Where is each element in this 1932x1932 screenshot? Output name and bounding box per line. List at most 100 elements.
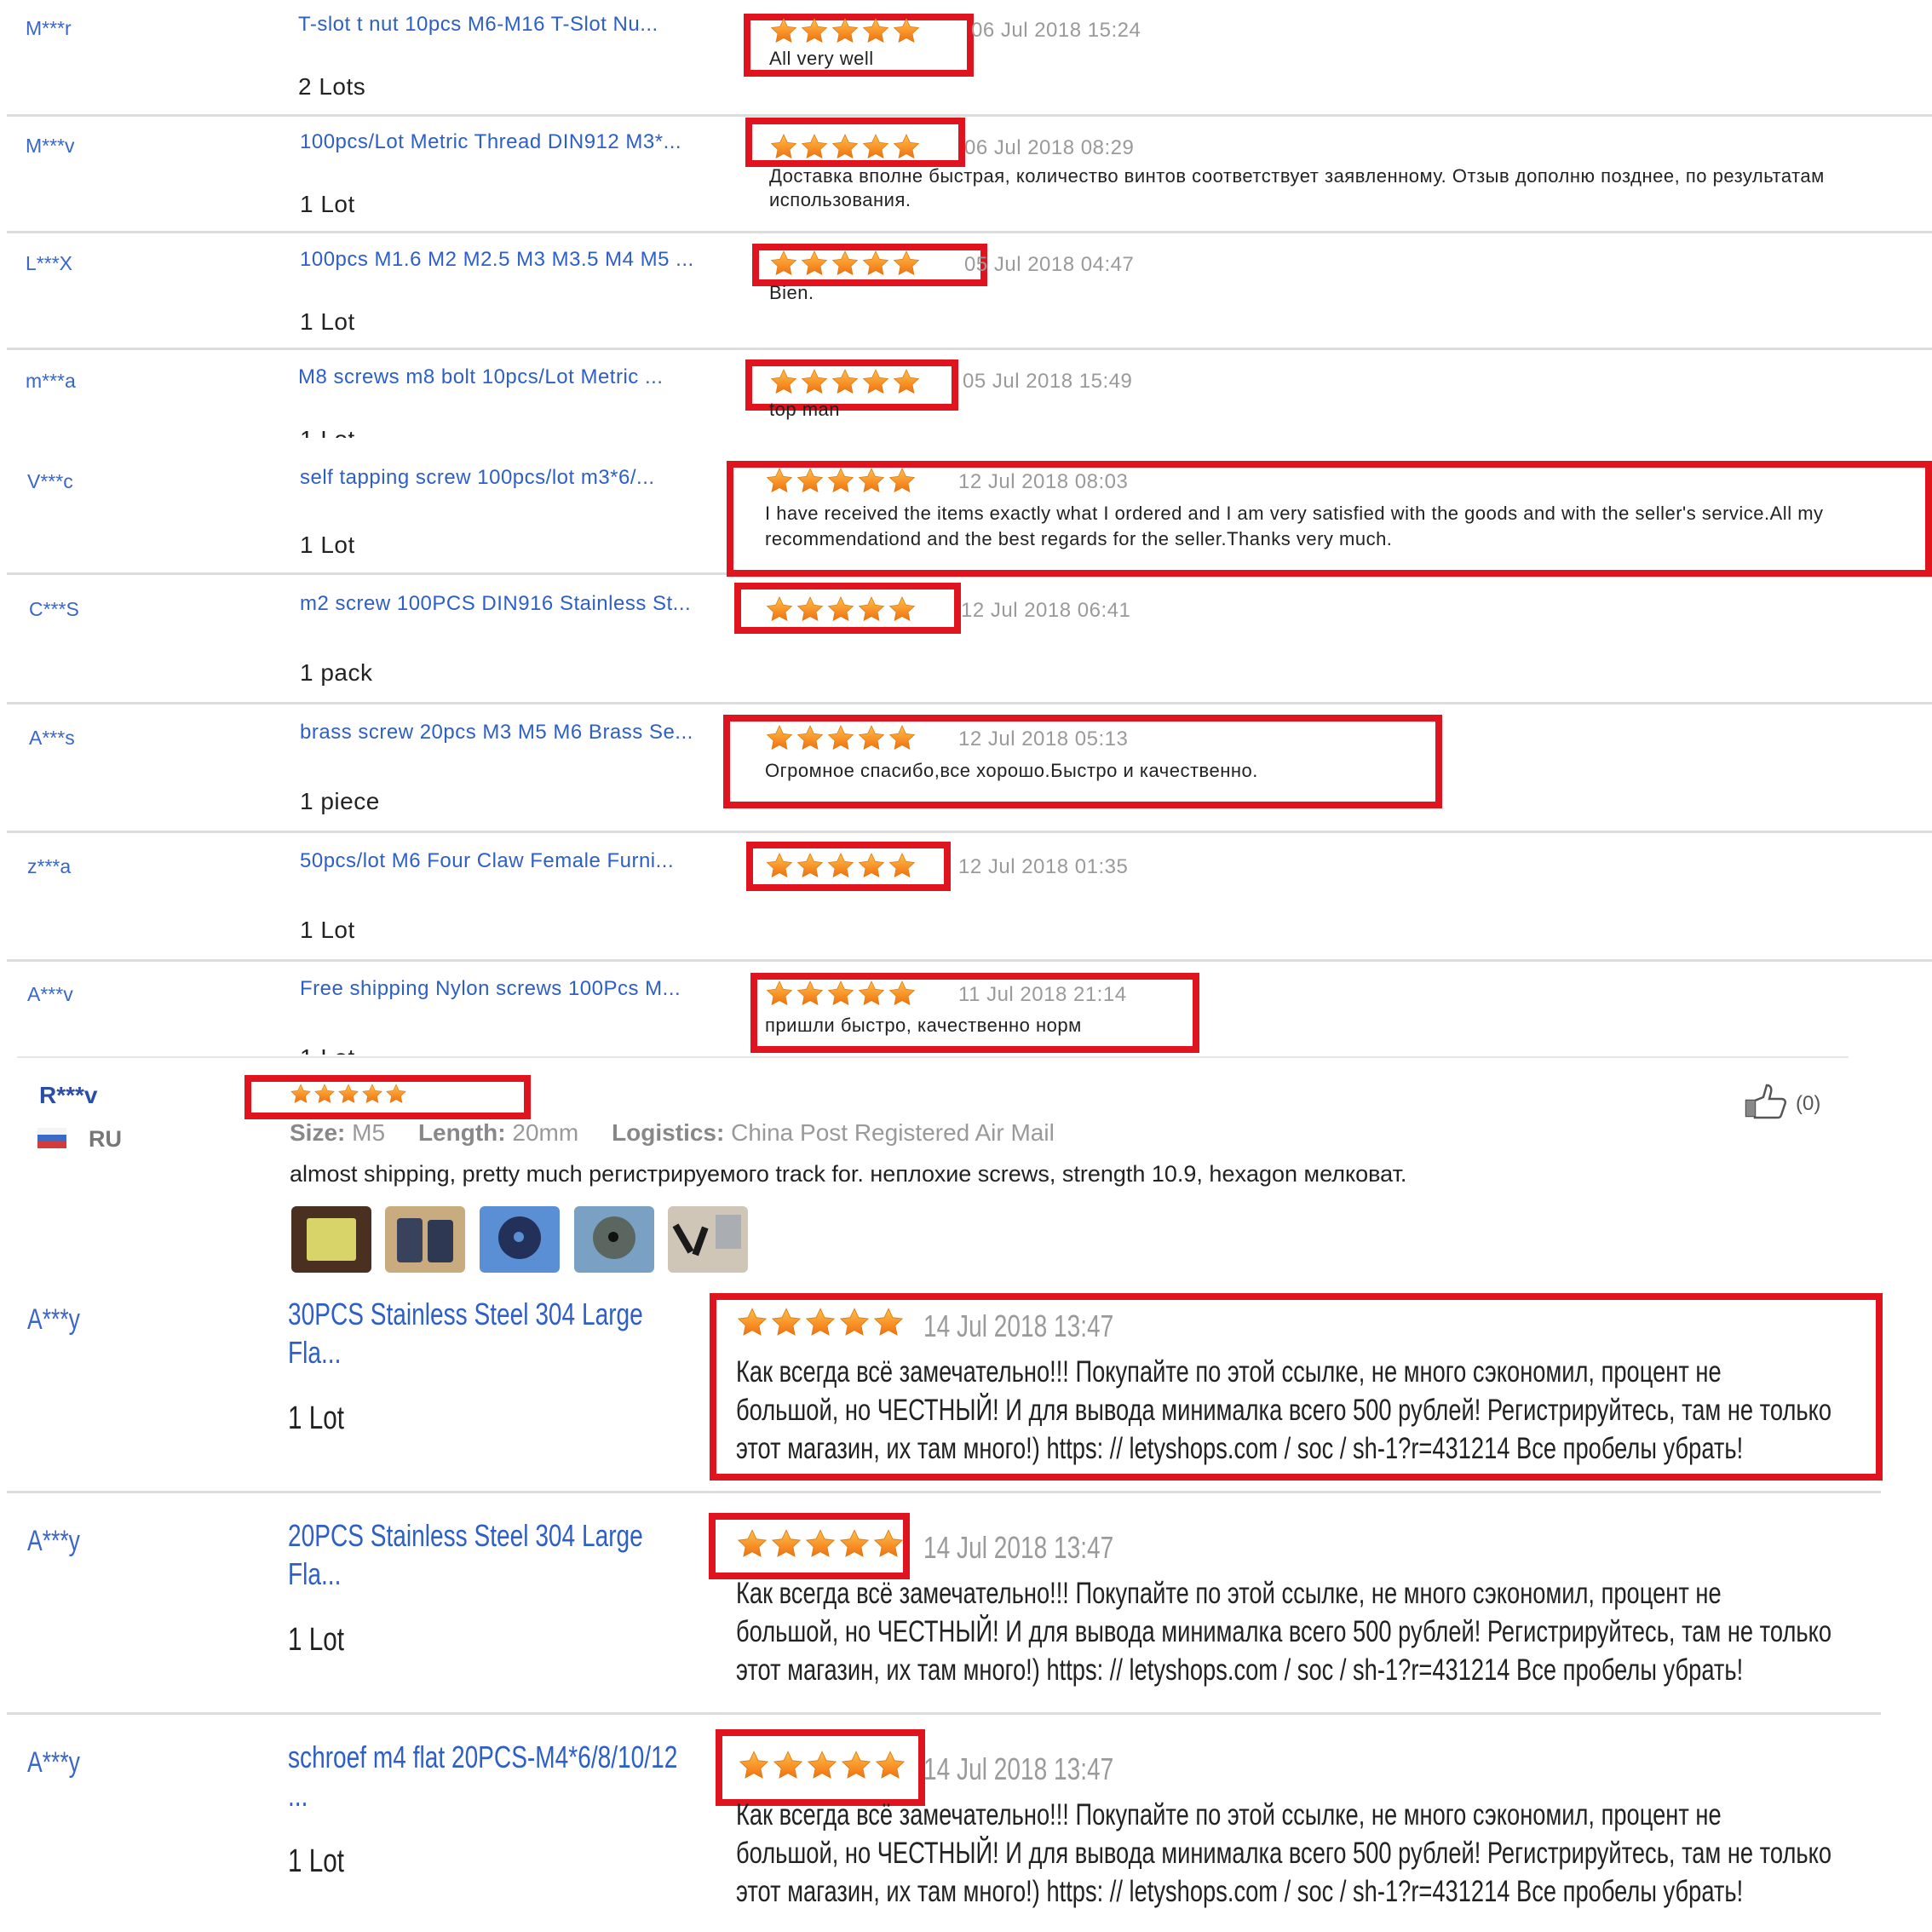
buyer-name[interactable]: A***s — [29, 727, 75, 750]
star-filled-icon — [826, 467, 855, 494]
star-filled-icon — [804, 1528, 837, 1559]
row-divider — [7, 1491, 1881, 1493]
quantity: 1 Lot — [300, 308, 355, 335]
feedback-text: Bien. — [769, 282, 814, 303]
buyer-name[interactable]: C***S — [29, 598, 79, 621]
feedback-text: I have received the items exactly what I… — [765, 503, 1824, 549]
buyer-name[interactable]: A***y — [27, 1303, 80, 1337]
product-link[interactable]: M8 screws m8 bolt 10pcs/Lot Metric ... — [298, 365, 724, 390]
product-link[interactable]: m2 screw 100PCS DIN916 Stainless St... — [300, 591, 717, 617]
review-date: 12 Jul 2018 06:41 — [961, 599, 1131, 622]
buyer-name[interactable]: m***a — [26, 370, 76, 393]
feedback-line: Как всегда всё замечательно!!! Покупайте… — [736, 1577, 1722, 1610]
review-photo-black-screws[interactable] — [668, 1206, 748, 1273]
buyer-name[interactable]: V***c — [27, 470, 73, 493]
star-filled-icon — [838, 1307, 871, 1337]
review-date: 06 Jul 2018 15:24 — [971, 19, 1141, 42]
helpful-button[interactable]: (0) — [1743, 1082, 1820, 1125]
product-link[interactable]: 50pcs/lot M6 Four Claw Female Furni... — [300, 848, 692, 874]
star-filled-icon — [831, 250, 860, 277]
product-link[interactable]: T-slot t nut 10pcs M6-M16 T-Slot Nu... — [298, 12, 724, 37]
star-filled-icon — [800, 17, 829, 44]
review-photo-screw-head-grey[interactable] — [574, 1206, 654, 1273]
product-link[interactable]: 20PCS Stainless Steel 304 Large Fla... — [288, 1516, 643, 1593]
star-filled-icon — [765, 980, 794, 1007]
row-divider — [7, 572, 727, 575]
quantity: 2 Lots — [298, 73, 366, 100]
quantity: 1 Lot — [300, 1044, 355, 1055]
product-line-1: schroef m4 flat 20PCS-M4*6/8/10/12 — [288, 1739, 678, 1774]
product-link[interactable]: 100pcs M1.6 M2 M2.5 M3 M3.5 M4 M5 ... — [300, 247, 726, 273]
star-filled-icon — [861, 250, 890, 277]
buyer-name[interactable]: L***X — [26, 252, 72, 275]
product-link[interactable]: 100pcs/Lot Metric Thread DIN912 M3*... — [300, 129, 692, 155]
star-filled-icon — [736, 1528, 768, 1559]
star-filled-icon — [857, 595, 886, 623]
length-value: 20mm — [512, 1119, 579, 1146]
star-filled-icon — [831, 368, 860, 395]
helpful-count: (0) — [1796, 1091, 1821, 1115]
feedback-line: большой, но ЧЕСТНЫЙ! И для вывода минима… — [736, 1394, 1832, 1427]
star-filled-icon — [800, 368, 829, 395]
country-code: RU — [89, 1126, 122, 1152]
star-filled-icon — [874, 1750, 906, 1780]
star-filled-icon — [888, 852, 917, 879]
review-photo-screw-head-blue[interactable] — [480, 1206, 560, 1273]
feedback-line: этот магазин, их там много!) https: // l… — [736, 1875, 1744, 1908]
review-attributes: Size: M5 Length: 20mm Logistics: China P… — [290, 1119, 1055, 1147]
star-filled-icon — [337, 1083, 359, 1105]
star-filled-icon — [361, 1083, 383, 1105]
product-line-2: ... — [288, 1778, 308, 1813]
star-filled-icon — [857, 852, 886, 879]
product-link[interactable]: Free shipping Nylon screws 100Pcs M... — [300, 976, 700, 1002]
star-filled-icon — [770, 1528, 802, 1559]
quantity: 1 Lot — [300, 426, 355, 438]
star-filled-icon — [769, 133, 798, 160]
buyer-name[interactable]: M***v — [26, 135, 75, 158]
buyer-name[interactable]: A***y — [27, 1525, 80, 1558]
row-divider — [7, 831, 1932, 833]
star-filled-icon — [385, 1083, 407, 1105]
star-filled-icon — [857, 980, 886, 1007]
buyer-name[interactable]: A***v — [27, 983, 73, 1006]
product-link[interactable]: self tapping screw 100pcs/lot m3*6/... — [300, 465, 726, 491]
star-rating — [765, 980, 917, 1007]
buyer-name[interactable]: R***v — [39, 1082, 97, 1109]
buyer-name[interactable]: A***y — [27, 1746, 80, 1780]
feedback-line: этот магазин, их там много!) https: // l… — [736, 1432, 1744, 1465]
star-rating — [290, 1083, 407, 1105]
star-filled-icon — [796, 852, 825, 879]
feedback-text: Доставка вполне быстрая, количество винт… — [769, 165, 1825, 210]
product-line-1: 20PCS Stainless Steel 304 Large — [288, 1518, 643, 1553]
review-date: 05 Jul 2018 15:49 — [963, 370, 1133, 393]
length-label: Length: — [417, 1119, 506, 1146]
star-filled-icon — [888, 980, 917, 1007]
product-link[interactable]: 30PCS Stainless Steel 304 Large Fla... — [288, 1295, 643, 1371]
product-line-2: Fla... — [288, 1335, 342, 1370]
review-photo-bagged-screws[interactable] — [385, 1206, 465, 1273]
review-date: 12 Jul 2018 01:35 — [958, 855, 1129, 878]
star-rating — [769, 250, 921, 277]
star-filled-icon — [872, 1528, 905, 1559]
quantity: 1 Lot — [300, 532, 355, 558]
product-link[interactable]: brass screw 20pcs M3 M5 M6 Brass Se... — [300, 720, 709, 745]
logistics-label: Logistics: — [612, 1119, 725, 1146]
quantity: 1 Lot — [300, 191, 355, 217]
buyer-name[interactable]: z***a — [27, 855, 71, 878]
star-filled-icon — [765, 852, 794, 879]
star-rating — [769, 368, 921, 395]
review-date: 06 Jul 2018 08:29 — [964, 136, 1135, 159]
buyer-name[interactable]: M***r — [26, 17, 72, 40]
star-filled-icon — [857, 467, 886, 494]
product-link[interactable]: schroef m4 flat 20PCS-M4*6/8/10/12 ... — [288, 1738, 677, 1814]
star-filled-icon — [796, 980, 825, 1007]
star-filled-icon — [800, 250, 829, 277]
feedback-line: Как всегда всё замечательно!!! Покупайте… — [736, 1355, 1722, 1389]
star-filled-icon — [888, 467, 917, 494]
star-filled-icon — [772, 1750, 804, 1780]
quantity: 1 Lot — [288, 1400, 344, 1436]
review-photo-yellow-package[interactable] — [291, 1206, 371, 1273]
star-filled-icon — [857, 724, 886, 751]
feedback-row: A***v Free shipping Nylon screws 100Pcs … — [0, 961, 1932, 1055]
feedback-text: Огромное спасибо,все хорошо.Быстро и кач… — [765, 760, 1258, 781]
